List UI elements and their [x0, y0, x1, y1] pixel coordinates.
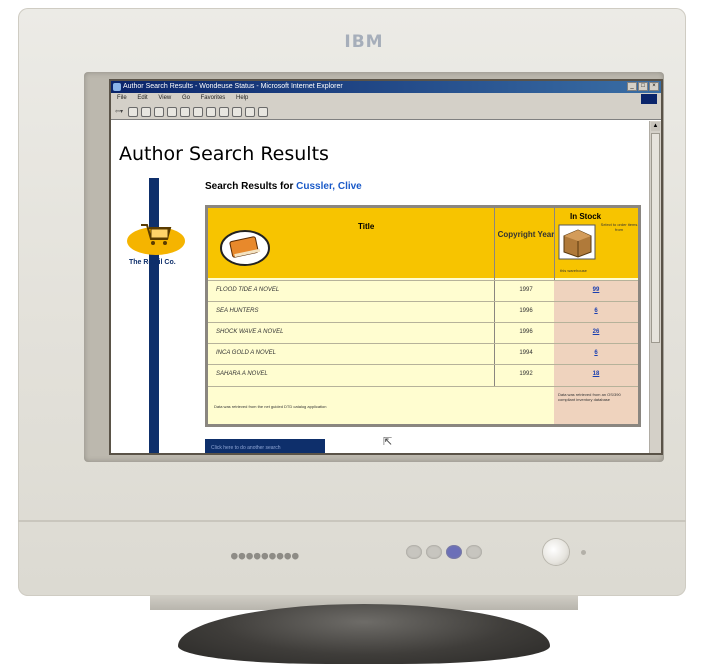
- close-button[interactable]: ×: [649, 82, 659, 91]
- menu-bar: File Edit View Go Favorites Help: [111, 93, 661, 104]
- mouse-cursor-icon: ⇱: [383, 436, 393, 448]
- edit-icon[interactable]: [258, 106, 269, 117]
- history-icon[interactable]: [193, 106, 204, 117]
- menu-file[interactable]: File: [117, 95, 127, 101]
- row-title: SHOCK WAVE A NOVEL: [216, 329, 284, 335]
- row-title: FLOOD TIDE A NOVEL: [216, 287, 280, 293]
- page-content: Author Search Results The Retail Co. Sea…: [111, 121, 651, 453]
- column-header-year: Copyright Year: [497, 230, 555, 239]
- row-title: SAHARA A NOVEL: [216, 371, 268, 377]
- menu-edit[interactable]: Edit: [137, 95, 147, 101]
- search-subtitle: Search Results for Cussler, Clive: [205, 181, 362, 192]
- vertical-scrollbar[interactable]: ▲: [649, 121, 661, 453]
- table-header: Title Copyright Year In Stock Select to …: [208, 208, 638, 278]
- mail-icon[interactable]: [232, 106, 243, 117]
- home-icon[interactable]: [154, 106, 165, 117]
- fullscreen-icon[interactable]: [219, 106, 230, 117]
- footer-note-right: Data was retrieved from an OS/390 compli…: [558, 392, 621, 402]
- stock-link[interactable]: 6: [554, 350, 638, 356]
- row-year: 1994: [519, 350, 533, 356]
- ie-icon: [113, 83, 121, 91]
- footer-note-left: Data was retrieved from the net guided D…: [214, 404, 327, 409]
- browser-toolbar: ⇦▾: [111, 104, 661, 120]
- table-row: SAHARA A NOVEL 1992 18: [208, 364, 638, 386]
- power-button[interactable]: [543, 539, 569, 565]
- book-icon: [220, 230, 270, 266]
- print-icon[interactable]: [245, 106, 256, 117]
- channels-icon[interactable]: [206, 106, 217, 117]
- maximize-button[interactable]: □: [638, 82, 648, 91]
- row-year: 1997: [519, 287, 533, 293]
- column-header-stock: In Stock: [570, 212, 602, 221]
- monitor-brand-logo: IBM: [344, 32, 384, 52]
- logo-text: The Retail Co.: [129, 259, 176, 266]
- row-year: 1996: [519, 329, 533, 335]
- table-row: INCA GOLD A NOVEL 1994 6: [208, 343, 638, 365]
- author-name[interactable]: Cussler, Clive: [296, 181, 362, 192]
- menu-help[interactable]: Help: [236, 95, 248, 101]
- window-title: Author Search Results - Wondeuse Status …: [123, 83, 343, 90]
- table-row: FLOOD TIDE A NOVEL 1997 99: [208, 280, 638, 302]
- page-title: Author Search Results: [119, 143, 329, 165]
- row-year: 1996: [519, 308, 533, 314]
- footer-divider: [208, 386, 554, 387]
- box-icon: [558, 224, 596, 260]
- stock-caption: this warehouse: [560, 268, 587, 273]
- stock-link[interactable]: 26: [554, 329, 638, 335]
- row-title: INCA GOLD A NOVEL: [216, 350, 277, 356]
- row-year: 1992: [519, 371, 533, 377]
- row-title: SEA HUNTERS: [216, 308, 259, 314]
- monitor-stand: [178, 604, 550, 664]
- column-header-title: Title: [358, 222, 375, 231]
- ie-throbber-icon: [641, 94, 657, 104]
- monitor-button-4[interactable]: [466, 545, 482, 559]
- table-row: SHOCK WAVE A NOVEL 1996 26: [208, 322, 638, 344]
- row-stock-cell: 6: [554, 302, 638, 323]
- refresh-icon[interactable]: [141, 106, 152, 117]
- new-search-button[interactable]: Click here to do another search: [205, 439, 325, 453]
- stock-link[interactable]: 6: [554, 308, 638, 314]
- stop-icon[interactable]: [128, 106, 139, 117]
- stock-note: Select to order items from: [600, 222, 638, 232]
- row-stock-cell: 6: [554, 344, 638, 365]
- browser-window: Author Search Results - Wondeuse Status …: [109, 79, 663, 455]
- subtitle-prefix: Search Results for: [205, 181, 297, 192]
- menu-favorites[interactable]: Favorites: [201, 95, 226, 101]
- monitor-button-1[interactable]: [406, 545, 422, 559]
- search-icon[interactable]: [167, 106, 178, 117]
- row-stock-cell: 26: [554, 323, 638, 344]
- stock-link[interactable]: 99: [554, 287, 638, 293]
- back-button[interactable]: ⇦▾: [115, 108, 123, 115]
- retail-co-logo[interactable]: The Retail Co.: [125, 217, 187, 277]
- scroll-thumb[interactable]: [651, 133, 660, 343]
- stock-link[interactable]: 18: [554, 371, 638, 377]
- menu-view[interactable]: View: [158, 95, 171, 101]
- window-title-bar: Author Search Results - Wondeuse Status …: [111, 81, 661, 93]
- minimize-button[interactable]: _: [627, 82, 637, 91]
- row-stock-cell: 18: [554, 365, 638, 386]
- results-table: Title Copyright Year In Stock Select to …: [205, 205, 641, 427]
- monitor-control-strip: ●●●●●●●●●: [18, 522, 686, 596]
- menu-go[interactable]: Go: [182, 95, 190, 101]
- scroll-up-arrow-icon[interactable]: ▲: [651, 122, 660, 131]
- monitor-button-3[interactable]: [446, 545, 462, 559]
- favorites-icon[interactable]: [180, 106, 191, 117]
- shopping-cart-icon: [141, 224, 172, 245]
- monitor-button-2[interactable]: [426, 545, 442, 559]
- row-stock-cell: 99: [554, 281, 638, 302]
- status-dots: ●●●●●●●●●: [231, 549, 300, 562]
- table-row: SEA HUNTERS 1996 6: [208, 301, 638, 323]
- power-led: [581, 550, 586, 555]
